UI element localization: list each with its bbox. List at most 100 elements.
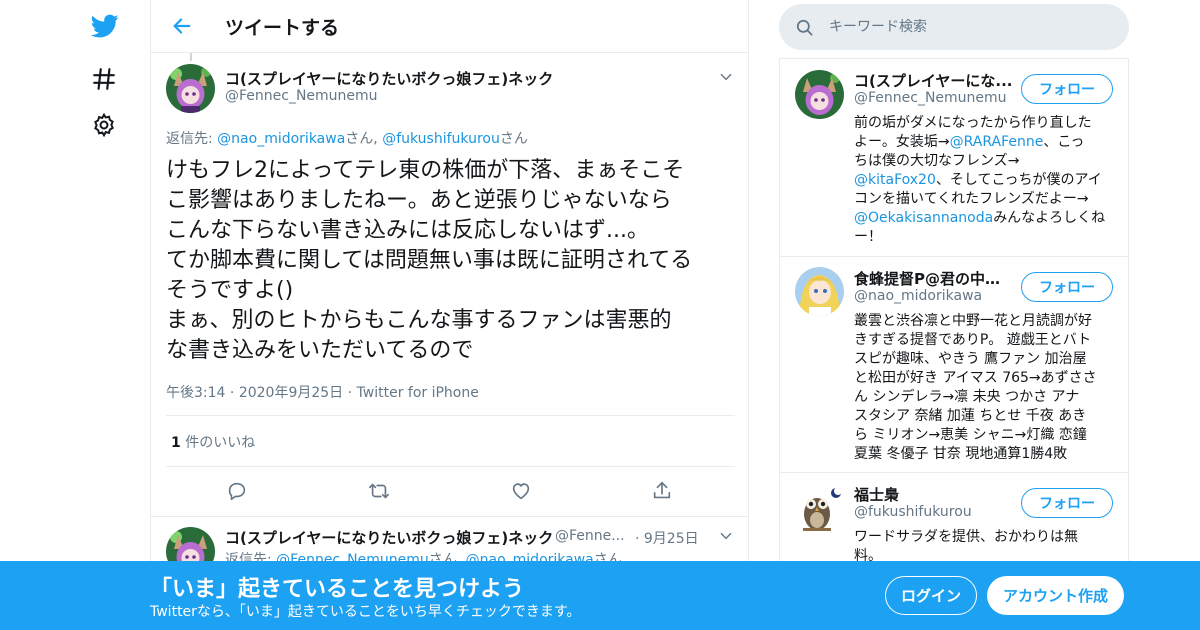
page-header: ツイートする [151,0,749,53]
likes-count[interactable]: 1 件のいいね [171,432,255,452]
hashtag-icon[interactable] [91,66,117,92]
bio-mention-link[interactable]: @kitaFox20 [854,172,936,188]
bio-line: 叢雲と渋谷凛と中野一花と月読調が好 [854,312,1118,331]
user-name[interactable]: 福士梟 [854,484,1014,505]
bio-line: @kitaFox20、そしてこっちが僕のアイ [854,171,1118,190]
meta-separator: · [229,385,235,401]
banner-subtitle: Twitterなら、「いま」起きていることをいち早くチェックできます。 [150,604,581,620]
avatar[interactable] [795,70,844,119]
likes-label: 件のいいね [180,435,256,451]
signup-button[interactable]: アカウント作成 [987,576,1124,615]
reply-to-separator: さん, [345,131,383,147]
bio-line: 夏葉 冬優子 甘奈 現地通算1勝4敗 [854,445,1118,464]
avatar[interactable] [795,484,844,533]
tweet-author-handle[interactable]: @Fennec_Nemunemu [225,88,378,104]
avatar[interactable] [166,64,215,113]
likes-number: 1 [171,435,181,451]
reply-to-user-link[interactable]: @fukushifukurou [382,131,500,147]
bio-text: 叢雲と渋谷凛と中野一花と月読調が好 [854,313,1092,329]
bio-text: よー。女装垢→ [854,134,950,150]
bio-text: 、こっ [1043,134,1085,150]
bio-line: ら ミリオン→恵美 シャニ→灯織 恋鐘 [854,426,1118,445]
tweet-text: けもフレ2によってテレ東の株価が下落、まぁそこそ こ影響はありましたねー。あと逆… [166,156,736,366]
tweet-author-name[interactable]: コ(スプレイヤーになりたいボクっ娘フェ)ネック [225,68,553,89]
bio-text: ら ミリオン→恵美 シャニ→灯織 恋鐘 [854,427,1087,443]
reply-icon[interactable] [226,480,248,502]
bio-line: ー！ [854,228,1118,247]
user-card[interactable]: コ(スプレイヤーにな... @Fennec_Nemunemu フォロー 前の垢が… [780,59,1128,257]
bio-text: きすぎる提督でありP。 遊戯王とバト [854,332,1092,348]
meta-separator: · [347,385,353,401]
bio-text: コンを描いてくれたフレンズだよー→ [854,191,1089,207]
related-users: コ(スプレイヤーにな... @Fennec_Nemunemu フォロー 前の垢が… [779,58,1129,630]
tweet-metadata: 午後3:14 · 2020年9月25日 · Twitter for iPhone [166,382,479,402]
page-title: ツイートする [225,17,340,39]
bio-text: みんなよろしくね [993,210,1106,226]
reply-to-user-link[interactable]: @nao_midorikawa [217,131,345,147]
bio-text: ワードサラダを提供、おかわりは無 [854,529,1078,545]
chevron-down-icon[interactable] [719,70,733,84]
bio-line: ちは僕の大切なフレンズ→ [854,152,1118,171]
user-name[interactable]: 食蜂提督P@君の中の... [854,268,1014,289]
search-bar[interactable] [779,4,1129,50]
follow-button[interactable]: フォロー [1021,74,1113,104]
tweet-text-line: こんな下らない書き込みには反応しないはず...。 [166,218,649,243]
search-input[interactable] [829,14,1109,40]
divider [166,466,735,467]
bio-line: と松田が好き アイマス 765→あずささ [854,369,1118,388]
follow-button[interactable]: フォロー [1021,272,1113,302]
search-icon [795,18,814,37]
bio-text: ん シンデレラ→凛 未央 つかさ アナ [854,389,1080,405]
reply-author-name[interactable]: コ(スプレイヤーになりたいボクっ娘フェ)ネック [225,527,553,548]
reply-to-prefix: 返信先: [166,131,218,147]
tweet-text-line: けもフレ2によってテレ東の株価が下落、まぁそこそ [166,158,685,183]
bio-text: と松田が好き アイマス 765→あずささ [854,370,1097,386]
tweet-text-line: まぁ、別のヒトからもこんな事するファンは害悪的 [166,308,672,333]
banner-title: 「いま」起きていることを見つけよう [150,577,525,602]
bio-text: スタシア 奈緒 加蓮 ちとせ 千夜 あき [854,408,1087,424]
bio-text: 、そしてこっちが僕のアイ [935,172,1102,188]
twitter-bird-icon[interactable] [90,12,120,40]
bio-line: コンを描いてくれたフレンズだよー→ [854,190,1118,209]
user-handle[interactable]: @fukushifukurou [854,504,972,520]
bio-line: よー。女装垢→@RARAFenne、こっ [854,133,1118,152]
bio-text: 夏葉 冬優子 甘奈 現地通算1勝4敗 [854,446,1068,462]
bio-line: きすぎる提督でありP。 遊戯王とバト [854,331,1118,350]
tweet-text-line: な書き込みをいただいてるので [166,338,474,363]
bio-line: スタシア 奈緒 加蓮 ちとせ 千夜 あき [854,407,1118,426]
bio-line: 前の垢がダメになったから作り直した [854,114,1118,133]
bio-mention-link[interactable]: @Oekakisannanoda [854,210,993,226]
signup-banner: 「いま」起きていることを見つけよう Twitterなら、「いま」起きていることを… [0,561,1200,630]
reply-to-suffix: さん [499,131,528,147]
share-icon[interactable] [651,480,673,502]
user-name[interactable]: コ(スプレイヤーにな... [854,70,1014,91]
bio-text: ちは僕の大切なフレンズ→ [854,153,1020,169]
user-handle[interactable]: @nao_midorikawa [854,288,982,304]
tweet-text-line: てか脚本費に関しては問題無い事は既に証明されてる [166,248,693,273]
user-bio: 前の垢がダメになったから作り直した よー。女装垢→@RARAFenne、こっ ちは僕… [854,114,1118,247]
follow-button[interactable]: フォロー [1021,488,1113,518]
left-nav [0,0,150,630]
bio-line: @Oekakisannanodaみんなよろしくね [854,209,1118,228]
avatar[interactable] [795,267,844,316]
retweet-icon[interactable] [367,480,391,502]
heart-icon[interactable] [510,480,532,502]
user-card[interactable]: 食蜂提督P@君の中の... @nao_midorikawa フォロー 叢雲と渋谷… [780,257,1128,473]
user-handle[interactable]: @Fennec_Nemunemu [854,90,1007,106]
bio-line: ワードサラダを提供、おかわりは無 [854,528,1118,547]
bio-mention-link[interactable]: @RARAFenne [950,134,1044,150]
tweet-text-line: そうですよ() [166,278,294,303]
gear-icon[interactable] [91,112,117,138]
tweet-source[interactable]: Twitter for iPhone [357,385,479,401]
chevron-down-icon[interactable] [719,529,733,543]
reply-date[interactable]: · 9月25日 [635,528,699,548]
tweet-time[interactable]: 午後3:14 [166,385,225,401]
tweet-text-line: こ影響はありましたねー。あと逆張りじゃないなら [166,188,672,213]
arrow-left-icon[interactable] [171,15,193,37]
user-bio: 叢雲と渋谷凛と中野一花と月読調が好 きすぎる提督でありP。 遊戯王とバト スピが趣味… [854,312,1118,464]
tweet-date[interactable]: 2020年9月25日 [239,385,343,401]
thread-connector [190,53,192,61]
bio-text: ー！ [854,229,882,245]
reply-author-handle[interactable]: @Fenne... [555,528,625,544]
login-button[interactable]: ログイン [885,576,977,615]
